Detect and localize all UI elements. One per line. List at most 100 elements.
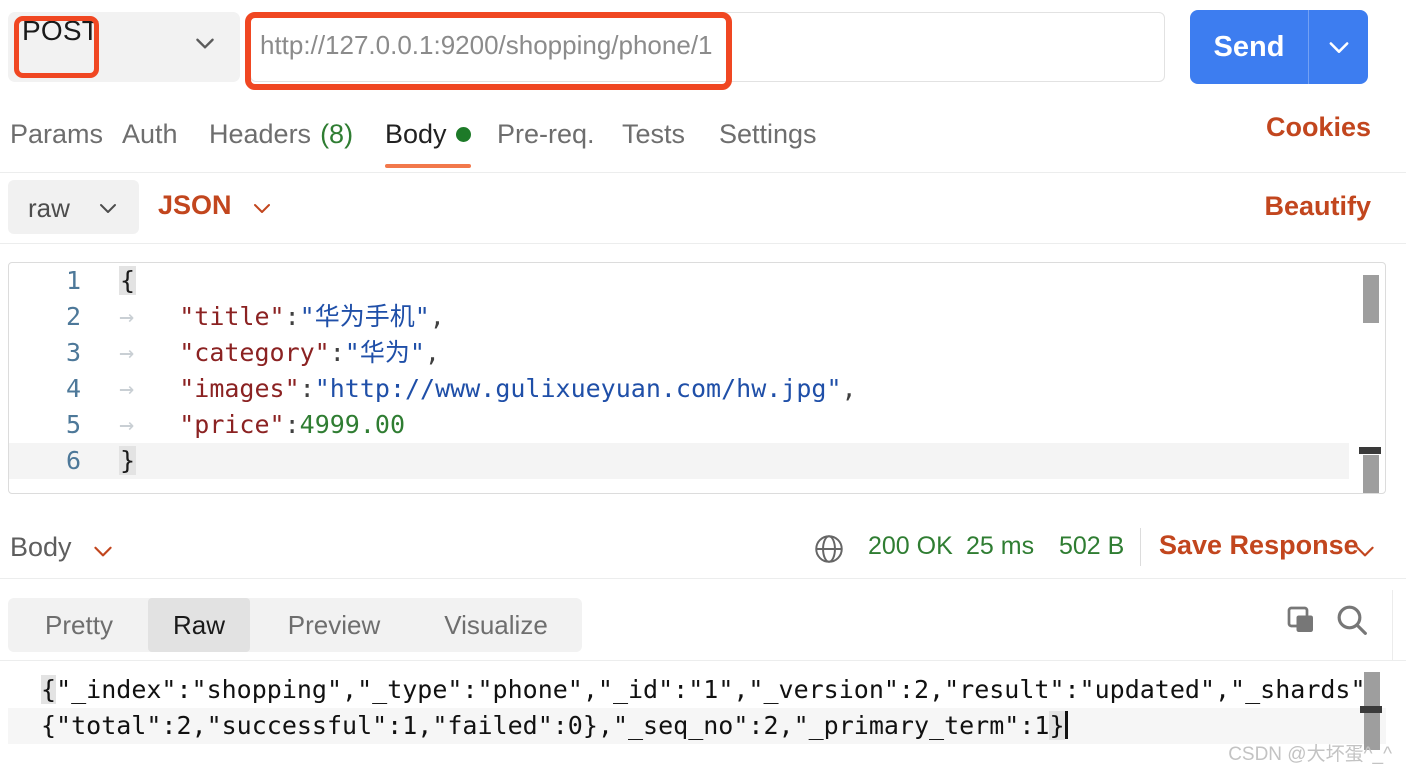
editor-line-number: 4 <box>65 374 81 403</box>
url-input-value[interactable]: http://127.0.0.1:9200/shopping/phone/1 <box>260 30 1150 61</box>
tab-arrow-icon: → <box>119 302 180 331</box>
code-token: : <box>329 338 345 367</box>
code-token: "category" <box>179 338 330 367</box>
request-body-editor[interactable]: 1{2 → "title":"华为手机", 3 → "category":"华为", 4… <box>8 262 1386 494</box>
code-token: "http://www.gulixueyuan.com/hw.jpg" <box>314 374 842 403</box>
tab-raw[interactable]: Raw <box>148 598 250 652</box>
body-mode-label[interactable]: raw <box>28 193 70 224</box>
code-token: : <box>284 302 300 331</box>
postman-window: POST http://127.0.0.1:9200/shopping/phon… <box>0 0 1406 772</box>
editor-line-code[interactable]: { <box>119 263 137 299</box>
code-token: "title" <box>179 302 285 331</box>
body-format-label[interactable]: JSON <box>158 190 232 221</box>
search-icon[interactable] <box>1332 600 1372 645</box>
editor-line-number: 5 <box>65 410 81 439</box>
editor-line-number: 1 <box>65 266 81 295</box>
editor-scrollbar[interactable] <box>1359 265 1381 493</box>
cookies-link[interactable]: Cookies <box>1266 112 1371 143</box>
headers-count: (8) <box>320 118 354 149</box>
tab-visualize[interactable]: Visualize <box>416 598 576 652</box>
tab-label: Tests <box>622 118 686 149</box>
response-line-2-text: {"total":2,"successful":1,"failed":0},"_… <box>41 711 1050 740</box>
editor-line[interactable]: 5 → "price":4999.00 <box>9 407 1385 443</box>
editor-line-code[interactable]: } <box>119 443 137 479</box>
response-line-1-text: "_index":"shopping","_type":"phone","_id… <box>56 675 1381 704</box>
tab-label: Pre-req. <box>497 118 595 149</box>
editor-lines[interactable]: 1{2 → "title":"华为手机", 3 → "category":"华为", 4… <box>9 263 1385 479</box>
tab-label: Auth <box>122 118 178 149</box>
response-line-1[interactable]: {"_index":"shopping","_type":"phone","_i… <box>8 672 1386 708</box>
chevron-down-icon[interactable] <box>96 196 120 225</box>
editor-line[interactable]: 3 → "category":"华为", <box>9 335 1385 371</box>
chevron-down-icon[interactable] <box>1309 33 1368 61</box>
response-line-2[interactable]: {"total":2,"successful":1,"failed":0},"_… <box>8 708 1386 744</box>
tab-label: Body <box>385 118 447 149</box>
editor-line-code[interactable]: → "price":4999.00 <box>119 407 405 443</box>
response-status: 200 OK <box>868 532 953 560</box>
active-tab-underline <box>385 164 471 168</box>
editor-line-number: 2 <box>65 302 81 331</box>
code-token: 4999.00 <box>299 410 405 439</box>
response-meta-divider <box>1140 528 1141 566</box>
tab-label: Settings <box>719 118 817 149</box>
chevron-down-icon[interactable] <box>1352 538 1378 569</box>
divider-under-response-tabs <box>0 660 1406 661</box>
editor-scrollbar-thumb-lower[interactable] <box>1363 455 1379 493</box>
code-token: , <box>841 374 857 403</box>
tab-pre-request[interactable]: Pre-req. <box>497 112 595 156</box>
method-label[interactable]: POST <box>14 9 107 55</box>
response-scroll-marker <box>1360 706 1382 713</box>
tab-label: Headers <box>209 118 312 149</box>
chevron-down-icon[interactable] <box>192 30 218 56</box>
copy-icon[interactable] <box>1283 602 1319 643</box>
tab-label: Params <box>10 118 104 149</box>
right-rail-divider <box>1392 590 1393 660</box>
editor-line-code[interactable]: → "images":"http://www.gulixueyuan.com/h… <box>119 371 857 407</box>
request-tabs: Params Auth Headers (8) Body Pre-req. Te… <box>0 96 1406 172</box>
editor-line[interactable]: 1{ <box>9 263 1385 299</box>
editor-line-number: 6 <box>65 446 81 475</box>
save-response-button[interactable]: Save Response <box>1159 530 1359 561</box>
editor-line[interactable]: 2 → "title":"华为手机", <box>9 299 1385 335</box>
globe-icon <box>812 532 846 571</box>
send-button[interactable]: Send <box>1190 10 1368 84</box>
code-token: "price" <box>179 410 285 439</box>
response-close-brace: } <box>1049 711 1065 740</box>
tab-preview[interactable]: Preview <box>256 598 412 652</box>
tab-auth[interactable]: Auth <box>122 112 178 156</box>
divider-under-response-meta <box>0 578 1406 579</box>
tab-arrow-icon: → <box>119 374 180 403</box>
response-size: 502 B <box>1059 532 1125 560</box>
editor-scrollbar-thumb[interactable] <box>1363 275 1379 323</box>
code-token: , <box>429 302 445 331</box>
editor-line-number: 3 <box>65 338 81 367</box>
code-token: { <box>119 266 137 295</box>
tab-params[interactable]: Params <box>10 112 103 156</box>
editor-line-code[interactable]: → "category":"华为", <box>119 335 440 371</box>
chevron-down-icon[interactable] <box>90 538 116 569</box>
tab-arrow-icon: → <box>119 338 180 367</box>
code-token: : <box>284 410 300 439</box>
response-raw-output[interactable]: {"_index":"shopping","_type":"phone","_i… <box>8 672 1386 750</box>
response-open-brace: { <box>41 675 57 704</box>
response-view-tabs: Pretty Raw Preview Visualize <box>8 598 582 652</box>
code-token: "华为手机" <box>299 302 430 331</box>
beautify-link[interactable]: Beautify <box>1264 191 1371 222</box>
tab-pretty[interactable]: Pretty <box>14 598 144 652</box>
code-token: "images" <box>179 374 300 403</box>
editor-scroll-marker <box>1359 447 1381 454</box>
code-token: , <box>424 338 440 367</box>
chevron-down-icon[interactable] <box>250 196 274 225</box>
tab-tests[interactable]: Tests <box>622 112 685 156</box>
tab-arrow-icon: → <box>119 410 180 439</box>
send-button-label: Send <box>1213 30 1285 63</box>
editor-line[interactable]: 6} <box>9 443 1385 479</box>
request-url-bar: POST http://127.0.0.1:9200/shopping/phon… <box>0 0 1406 96</box>
text-cursor <box>1064 711 1068 739</box>
response-body-label: Body <box>10 532 72 562</box>
tab-body[interactable]: Body <box>385 112 471 156</box>
tab-headers[interactable]: Headers (8) <box>209 112 353 156</box>
tab-settings[interactable]: Settings <box>719 112 817 156</box>
editor-line-code[interactable]: → "title":"华为手机", <box>119 299 445 335</box>
editor-line[interactable]: 4 → "images":"http://www.gulixueyuan.com/… <box>9 371 1385 407</box>
